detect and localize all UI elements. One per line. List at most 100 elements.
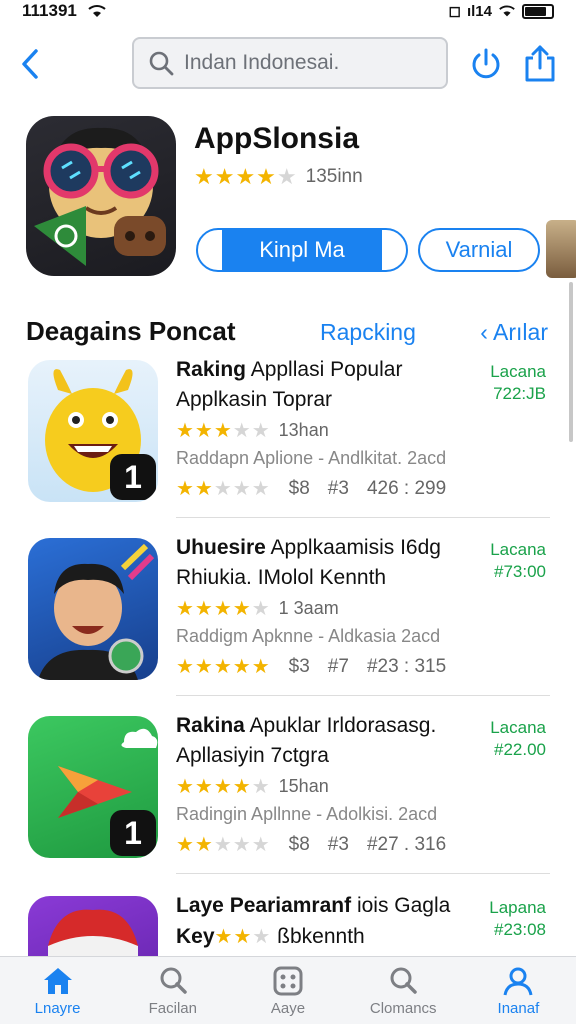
item-subtitle: Apllasiyin 7ctgra [176,744,329,767]
item-meta: Radingin Apllnne - Adolkisi. 2acd [176,804,438,824]
rating-stars: ★★★★★ [176,598,271,620]
list-item[interactable]: Uhuesire Applkaamisis I6dg Rhiukia. IMol… [26,534,550,696]
app-icon [26,116,176,276]
section-link[interactable]: Rapcking [320,319,416,346]
price-value: 722:JB [493,384,546,403]
navigation-bar [0,36,576,92]
price-value: #23:08 [494,920,546,939]
tab-search-2[interactable]: Clomancs [346,957,461,1024]
item-rating: ★★★★★ 13han [176,418,329,443]
back-button[interactable] [14,44,46,84]
rank-badge: 1 [110,810,156,856]
tab-label: Aaye [270,1000,306,1017]
divider [176,873,550,874]
price-value: #73:00 [494,562,546,581]
item-subtitle: Applkasin Toprar [176,388,333,411]
item-stats: ★★★★★ $3 #7 #23 : 315 [176,655,447,679]
tab-home[interactable]: Lnayre [0,957,115,1024]
price-label: Lapana [489,898,546,917]
battery-icon [522,3,554,19]
search-icon [390,967,417,994]
app-icon: 1 [28,716,158,858]
rating-count: 135inn [305,166,363,187]
home-icon [43,968,72,994]
status-bar: 111391 ◻ ıl14 [0,0,576,22]
item-title: Rakina Apuklar Irldorasasg. [176,714,437,737]
tab-label: Inanaf [497,1000,540,1017]
search-field[interactable] [132,37,448,89]
app-title: AppSlonsia [194,122,360,155]
rating-stars: ★★★★★ [176,420,271,442]
scrollbar[interactable] [569,282,573,442]
price-label: Lacana [490,718,546,737]
share-button[interactable] [523,44,559,84]
app-icon-artwork [34,127,166,266]
tab-label: Facilan [148,1000,197,1017]
tab-label: Clomancs [369,1000,437,1017]
power-icon [472,48,500,79]
list-item[interactable]: 1 Raking Appllasi Popular Applkasin Topr… [26,356,550,518]
search-input[interactable] [184,51,434,75]
power-button[interactable] [468,46,504,82]
tab-search[interactable]: Facilan [115,957,230,1024]
app-rating: ★★★★★ 135inn [194,164,363,190]
item-meta: Raddigm Apknne - Aldkasia 2acd [176,626,441,646]
clock: 111391 [22,1,77,20]
rating-count: 15han [278,776,329,796]
apps-grid-icon [273,966,303,996]
divider [176,517,550,518]
profile-icon [503,967,533,996]
tab-apps[interactable]: Aaye [230,957,345,1024]
rating-count: 13han [278,420,329,440]
side-thumbnail[interactable] [546,220,576,278]
tab-bar: Lnayre Facilan Aaye Clomancs Inanaf [0,956,576,1024]
section-title: Deagains Poncat [26,316,236,346]
item-meta: Raddapn Aplione - Andlkitat. 2acd [176,448,447,468]
signal-strength: ıl14 [466,2,492,20]
rating-stars: ★★★ [214,926,272,948]
wifi-icon [499,5,515,17]
sim-icon: ◻ [448,3,461,20]
item-subtitle: Key★★★ ßbkennth [176,925,365,948]
section-nav-button[interactable]: ‹ Arılar [480,319,548,346]
item-title: Laye Peariamranf iois Gagla [176,894,451,917]
app-icon [28,538,158,680]
item-rating: ★★★★★ 1 3aam [176,596,339,621]
section-header: Deagains Poncat Rapcking ‹ Arılar [26,316,550,352]
item-rating: ★★★★★ 15han [176,774,329,799]
masked-character-icon [48,909,138,956]
chevron-left-icon [22,49,38,79]
tab-profile[interactable]: Inanaf [461,957,576,1024]
price-label: Lacana [490,362,546,381]
secondary-action-button[interactable]: Varnial [418,228,540,272]
rank-badge: 1 [110,454,156,500]
divider [176,695,550,696]
price-label: Lacana [490,540,546,559]
item-stats: ★★★★★ $8 #3 #27 . 316 [176,833,447,857]
primary-action-label: Kinpl Ma [222,230,382,270]
app-header: AppSlonsia ★★★★★ 135inn Kinpl Ma Varnial [26,116,576,282]
search-icon [149,51,174,76]
rating-stars: ★★★★★ [176,776,271,798]
section-nav-label: Arılar [493,319,548,345]
share-icon [525,45,555,82]
tab-label: Lnayre [34,1000,81,1017]
rating-count: 1 3aam [278,598,339,618]
item-subtitle: Rhiukia. IMolol Kennth [176,566,387,589]
item-title: Uhuesire Applkaamisis I6dg [176,536,441,559]
primary-action-button[interactable]: Kinpl Ma [196,228,408,272]
item-stats: ★★★★★ $8 #3 426 : 299 [176,477,447,501]
person-avatar-icon [38,543,155,680]
rating-stars: ★★★★★ [176,834,271,856]
rating-stars: ★★★★★ [176,656,271,678]
rating-stars: ★★★★★ [176,478,271,500]
wifi-icon [88,5,106,17]
app-icon [28,896,158,956]
search-icon [160,967,187,994]
price-value: #22.00 [494,740,546,759]
list-item[interactable]: 1 Rakina Apuklar Irldorasasg. Apllasiyin… [26,712,550,874]
list-item[interactable]: Laye Peariamranf iois Gagla Key★★★ ßbken… [26,892,550,956]
item-title: Raking Appllasi Popular [176,358,403,381]
rating-stars: ★★★★★ [194,164,298,189]
app-icon: 1 [28,360,158,502]
